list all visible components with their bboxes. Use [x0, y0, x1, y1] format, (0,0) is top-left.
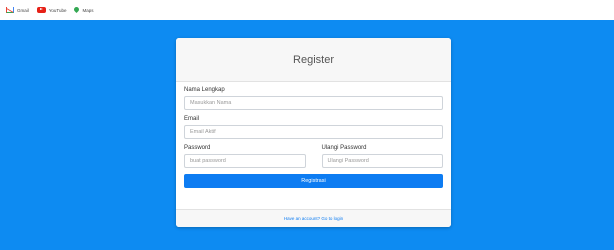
login-link[interactable]: Have an account? Go to login	[284, 216, 343, 221]
name-placeholder: Masukkan Nama	[190, 100, 232, 106]
youtube-icon	[36, 7, 46, 13]
bookmark-gmail[interactable]: Gmail	[6, 7, 29, 13]
name-group: Nama Lengkap Masukkan Nama	[184, 87, 443, 110]
card-header: Register	[176, 38, 451, 82]
email-input[interactable]: Email Aktif	[184, 125, 443, 139]
register-form: Nama Lengkap Masukkan Nama Email Email A…	[176, 82, 451, 188]
maps-icon	[74, 7, 79, 14]
password-placeholder: buat password	[190, 158, 226, 164]
bookmark-label: Maps	[82, 7, 94, 13]
password-row: Password buat password Ulangi Password U…	[184, 145, 443, 168]
register-button-label: Registrasi	[301, 178, 326, 184]
name-label: Nama Lengkap	[184, 87, 225, 93]
bookmarks-bar: Gmail YouTube Maps	[0, 0, 614, 20]
gmail-icon	[6, 7, 14, 13]
email-placeholder: Email Aktif	[190, 129, 216, 135]
register-button[interactable]: Registrasi	[184, 174, 443, 188]
card-footer: Have an account? Go to login	[176, 209, 451, 227]
register-card: Register Nama Lengkap Masukkan Nama Emai…	[176, 38, 451, 227]
email-label: Email	[184, 116, 200, 122]
confirm-password-placeholder: Ulangi Password	[327, 158, 369, 164]
password-input[interactable]: buat password	[184, 154, 306, 168]
bookmark-maps[interactable]: Maps	[74, 7, 93, 14]
bookmark-youtube[interactable]: YouTube	[36, 7, 67, 13]
confirm-password-label: Ulangi Password	[321, 145, 367, 151]
bookmark-label: Gmail	[17, 7, 29, 13]
confirm-password-group: Ulangi Password Ulangi Password	[321, 145, 443, 168]
confirm-password-input[interactable]: Ulangi Password	[321, 154, 443, 168]
password-group: Password buat password	[184, 145, 306, 168]
password-label: Password	[184, 145, 211, 151]
email-group: Email Email Aktif	[184, 116, 443, 139]
name-input[interactable]: Masukkan Nama	[184, 96, 443, 110]
bookmark-label: YouTube	[48, 7, 67, 13]
page-title: Register	[293, 53, 334, 66]
